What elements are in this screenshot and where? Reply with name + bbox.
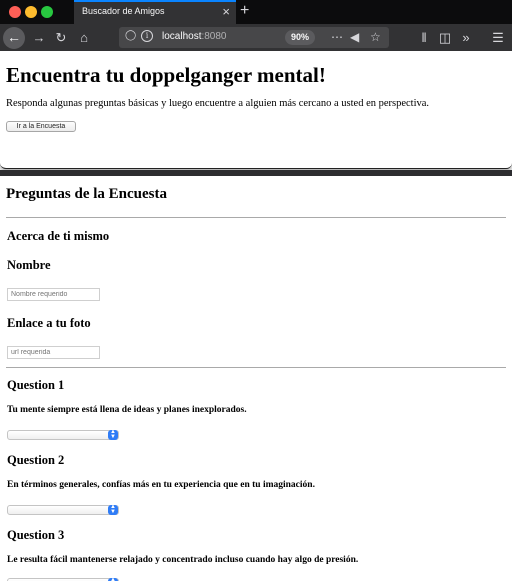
question-label: Question 1: [7, 378, 65, 392]
question-1-select[interactable]: ▲ ▼: [7, 429, 119, 440]
browser-tab[interactable]: Buscador de Amigos ×: [74, 0, 236, 24]
url-host: localhost: [162, 31, 202, 42]
browser-tab-bar: Buscador de Amigos × +: [0, 0, 512, 24]
overflow-chevron-icon[interactable]: »: [457, 28, 475, 47]
page-viewport: Encuentra tu doppelganger mental! Respon…: [0, 51, 512, 581]
hero-lead: Responda algunas preguntas básicas y lue…: [6, 98, 430, 109]
question-label: Question 3: [7, 528, 65, 542]
reader-view-icon[interactable]: ◫: [436, 28, 454, 47]
go-to-survey-button[interactable]: Ir a la Encuesta: [6, 121, 76, 132]
section-divider-2: [6, 367, 506, 368]
page-actions-icon[interactable]: ⋯: [331, 29, 343, 46]
minimize-window-button[interactable]: [25, 6, 37, 18]
back-arrow-icon[interactable]: ←: [3, 27, 25, 49]
url-text[interactable]: localhost:8080: [162, 31, 227, 42]
photo-url-input[interactable]: [7, 346, 100, 359]
new-tab-icon[interactable]: +: [240, 0, 249, 22]
hamburger-menu-icon[interactable]: ☰: [489, 28, 507, 47]
name-input[interactable]: [7, 288, 100, 301]
bookmark-star-icon[interactable]: ☆: [370, 29, 381, 46]
survey-heading: Preguntas de la Encuesta: [6, 186, 167, 202]
question-label: Question 2: [7, 453, 65, 467]
question-text: Tu mente siempre está llena de ideas y p…: [7, 405, 247, 415]
home-icon[interactable]: ⌂: [75, 28, 93, 47]
heading-divider: [6, 217, 506, 218]
info-icon[interactable]: i: [141, 30, 153, 42]
shield-icon[interactable]: ◯: [125, 30, 136, 41]
hero-banner: Encuentra tu doppelganger mental! Respon…: [0, 51, 512, 169]
chevron-updown-icon: ▲▼: [108, 504, 118, 515]
survey-section: Preguntas de la Encuesta Acerca de ti mi…: [0, 176, 512, 581]
zoom-window-button[interactable]: [41, 6, 53, 18]
question-2-select[interactable]: ▲ ▼: [7, 504, 119, 515]
library-icon[interactable]: ‖: [415, 28, 433, 47]
url-port: :8080: [201, 31, 227, 42]
zoom-level-badge[interactable]: 90%: [285, 30, 316, 45]
close-window-button[interactable]: [9, 6, 21, 18]
name-label: Nombre: [7, 258, 51, 272]
photo-label: Enlace a tu foto: [7, 316, 91, 330]
tab-title: Buscador de Amigos: [82, 6, 165, 16]
question-text: En términos generales, confías más en tu…: [7, 480, 315, 490]
question-text: Le resulta fácil mantenerse relajado y c…: [7, 555, 359, 565]
browser-toolbar: ← → ↻ ⌂ ◯ i localhost:8080 90% ⋯ ◀ ☆ ‖ ◫…: [0, 24, 512, 51]
tab-close-icon[interactable]: ×: [222, 4, 230, 20]
about-heading: Acerca de ti mismo: [7, 229, 110, 243]
hero-title: Encuentra tu doppelganger mental!: [6, 63, 326, 87]
pocket-icon[interactable]: ◀: [350, 29, 359, 46]
url-bar[interactable]: ◯ i localhost:8080 90% ⋯ ◀ ☆: [119, 27, 389, 48]
reload-icon[interactable]: ↻: [52, 28, 70, 47]
forward-arrow-icon[interactable]: →: [30, 28, 48, 47]
chevron-updown-icon: ▲▼: [108, 429, 118, 440]
